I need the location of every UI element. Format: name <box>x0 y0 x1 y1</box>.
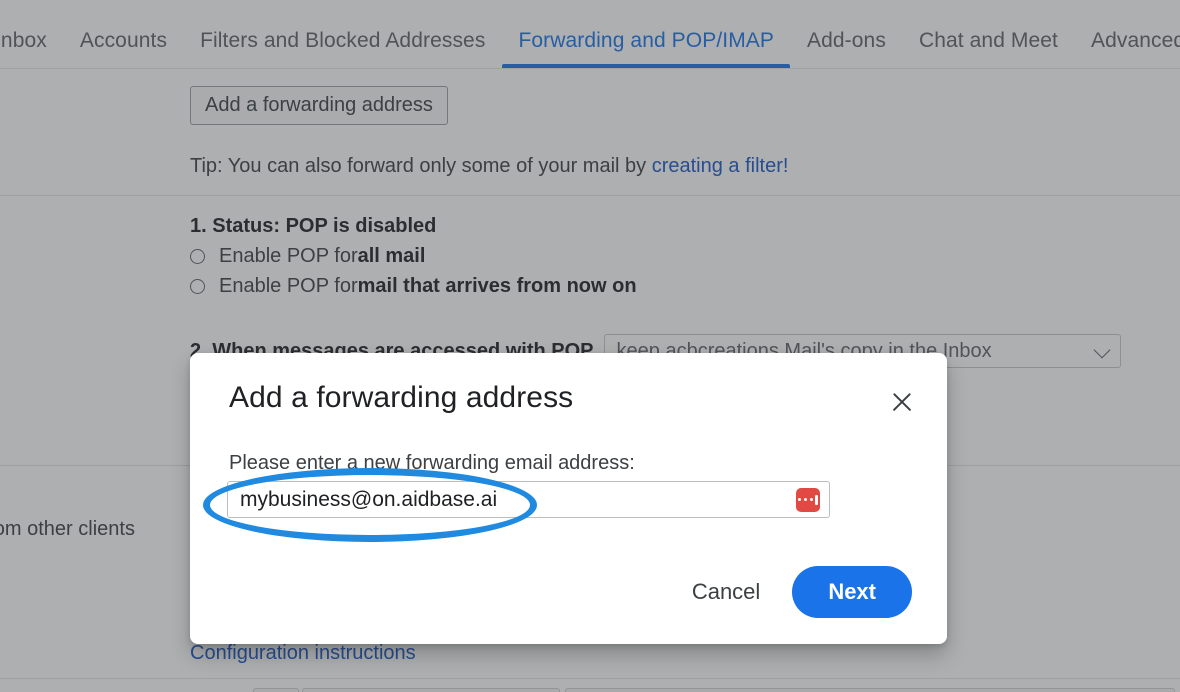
dot <box>809 497 813 502</box>
cancel-button[interactable]: Cancel <box>674 571 778 613</box>
dot <box>803 497 808 502</box>
dot <box>798 497 802 502</box>
screenshot-root: Inbox Accounts Filters and Blocked Addre… <box>0 0 1180 692</box>
cursor-bar <box>815 494 818 505</box>
password-manager-icon[interactable] <box>796 487 820 512</box>
dialog-title: Add a forwarding address <box>229 381 574 414</box>
close-icon[interactable] <box>887 387 917 417</box>
forwarding-email-input[interactable] <box>227 481 830 518</box>
dialog-subtitle: Please enter a new forwarding email addr… <box>229 452 635 474</box>
dialog-actions: Cancel Next <box>674 566 912 618</box>
forwarding-email-field-wrap <box>227 481 830 518</box>
next-button[interactable]: Next <box>792 566 912 618</box>
add-forwarding-address-dialog: Add a forwarding address Please enter a … <box>190 353 947 644</box>
